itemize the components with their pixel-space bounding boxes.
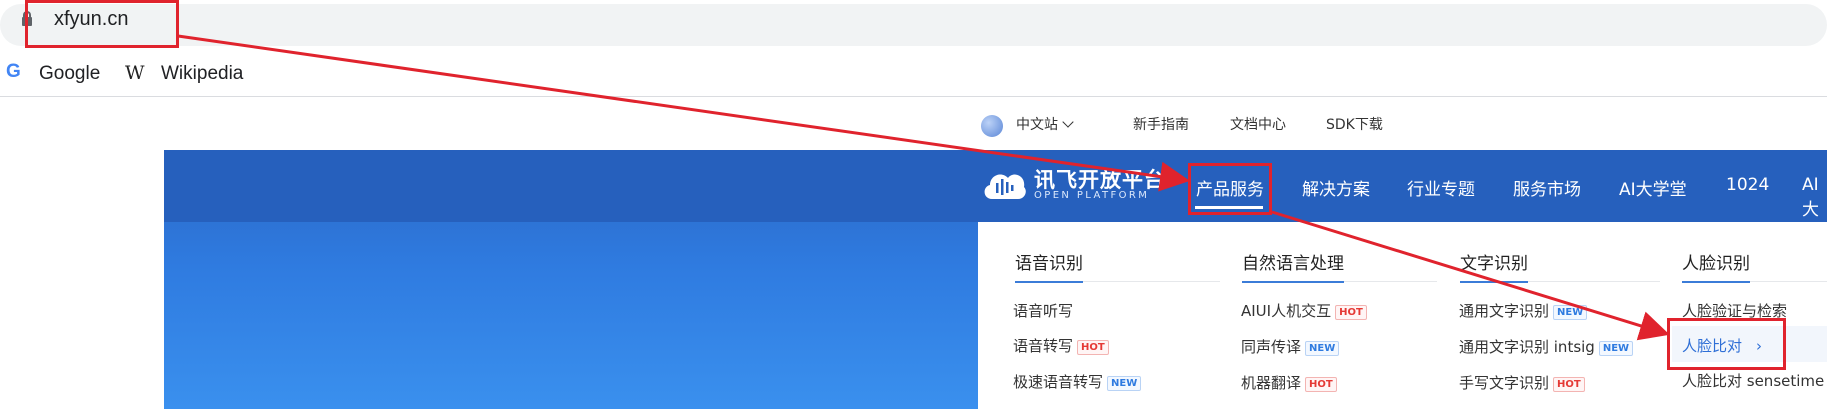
arrow-url-to-products	[177, 34, 1190, 192]
arrow-products-to-face-compare	[1271, 210, 1670, 341]
annotation-arrows	[177, 34, 1670, 341]
